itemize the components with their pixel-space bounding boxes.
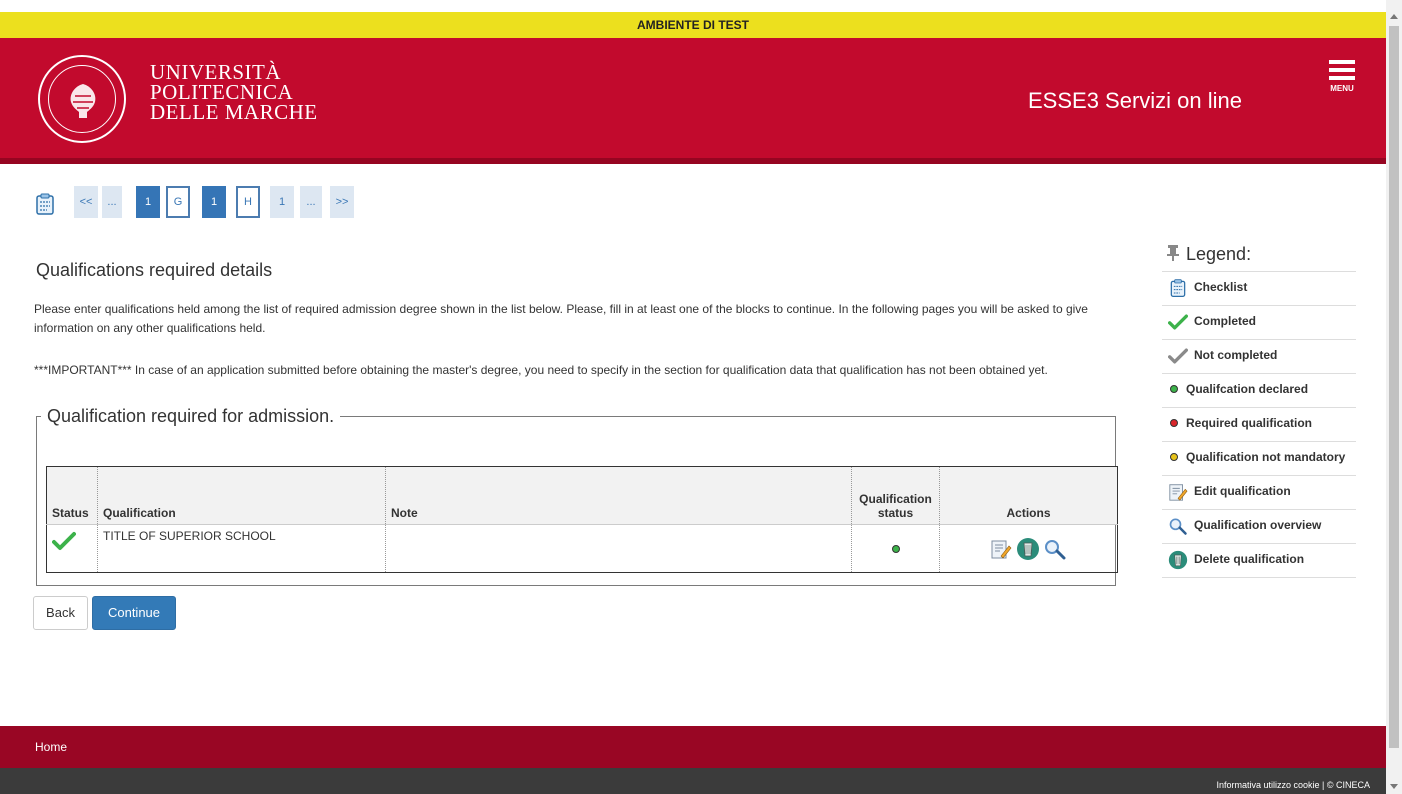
legend-label: Completed (1194, 314, 1257, 329)
scrollbar-thumb[interactable] (1389, 26, 1399, 748)
table-row: TITLE OF SUPERIOR SCHOOL (47, 524, 1118, 573)
page-title: Qualifications required details (36, 260, 273, 280)
pager-ellipsis-right[interactable]: ... (300, 186, 322, 218)
fieldset-legend: Qualification required for admission. (47, 406, 335, 426)
check-gray-icon (1168, 348, 1188, 364)
edit-icon (1169, 484, 1188, 501)
row-qualification: TITLE OF SUPERIOR SCHOOL (97, 524, 386, 573)
legend-title: Legend: (1162, 236, 1356, 272)
legend-label: Qualification overview (1194, 518, 1322, 533)
col-status: Status (46, 466, 98, 525)
pager-step-1a[interactable]: 1 (136, 186, 160, 218)
legend-label: Required qualification (1186, 416, 1313, 430)
vertical-scrollbar[interactable] (1386, 0, 1402, 794)
row-note (385, 524, 852, 573)
university-name-line2: POLITECNICA (150, 80, 294, 104)
col-qualification: Qualification (97, 466, 386, 525)
pager-last[interactable]: >> (330, 186, 354, 218)
green-dot-icon (891, 544, 900, 553)
checklist-icon (1170, 279, 1186, 297)
site-header: UNIVERSITÀ POLITECNICA DELLE MARCHE ESSE… (0, 38, 1386, 164)
footer-bottom: Informativa utilizzo cookie | © CINECA (0, 768, 1386, 794)
seal-tree-graphic (70, 84, 96, 118)
table-header-row: Status Qualification Note Qualification … (46, 466, 1118, 525)
menu-label: MENU (1330, 84, 1354, 93)
legend-item-qualification-not-mandatory: Qualification not mandatory (1162, 442, 1356, 476)
red-dot-icon (1170, 419, 1178, 427)
footer-nav: Home (0, 726, 1386, 768)
pager-ellipsis-left[interactable]: ... (102, 186, 122, 218)
legend-label: Delete qualification (1194, 552, 1305, 567)
intro-paragraph: Please enter qualifications held among t… (34, 302, 1088, 335)
legend-item-not-completed: Not completed (1162, 340, 1356, 374)
legend-item-edit-qualification: Edit qualification (1162, 476, 1356, 510)
test-environment-banner: AMBIENTE DI TEST (0, 12, 1386, 38)
row-status-cell (47, 525, 98, 573)
pager-step-h[interactable]: H (236, 186, 260, 218)
university-name-line1: UNIVERSITÀ (150, 60, 281, 84)
header-bottom-stripe (0, 158, 1386, 164)
legend-label: Qualification not mandatory (1186, 450, 1346, 464)
row-qualification-status (851, 524, 940, 573)
yellow-dot-icon (1170, 453, 1178, 461)
legend-item-checklist: Checklist (1162, 272, 1356, 306)
col-actions: Actions (939, 466, 1118, 525)
row-actions (939, 524, 1118, 573)
university-name-line3: DELLE MARCHE (150, 100, 318, 124)
legend-panel: Legend: Checklist Completed Not complete… (1162, 236, 1356, 578)
pager-step-1b[interactable]: 1 (202, 186, 226, 218)
legend-item-qualification-declared: Qualifcation declared (1162, 374, 1356, 408)
pager-step-g[interactable]: G (166, 186, 190, 218)
back-button[interactable]: Back (33, 596, 88, 630)
legend-label: Not completed (1194, 348, 1278, 363)
footer-cookie-link[interactable]: Informativa utilizzo cookie | © CINECA (1216, 780, 1370, 790)
magnifier-icon[interactable] (1043, 538, 1067, 560)
green-dot-icon (1170, 385, 1178, 393)
magnifier-icon (1169, 518, 1187, 535)
legend-item-delete-qualification: Delete qualification (1162, 544, 1356, 578)
check-green-icon (1168, 314, 1188, 330)
legend-item-qualification-overview: Qualification overview (1162, 510, 1356, 544)
scroll-down-arrow-icon[interactable] (1390, 784, 1398, 789)
continue-button[interactable]: Continue (92, 596, 176, 630)
legend-item-completed: Completed (1162, 306, 1356, 340)
pager-first[interactable]: << (74, 186, 98, 218)
footer-home-link[interactable]: Home (35, 740, 67, 754)
legend-label: Edit qualification (1194, 484, 1291, 499)
delete-icon (1168, 550, 1188, 570)
scroll-up-arrow-icon[interactable] (1390, 14, 1398, 19)
col-qualification-status: Qualification status (851, 466, 940, 525)
university-seal-icon[interactable] (38, 55, 126, 143)
menu-icon (1329, 60, 1355, 64)
pin-icon (1167, 245, 1179, 261)
legend-title-text: Legend: (1186, 244, 1252, 264)
col-note: Note (385, 466, 852, 525)
pager-step-1c[interactable]: 1 (270, 186, 294, 218)
delete-icon[interactable] (1016, 537, 1040, 561)
checklist-icon[interactable] (34, 192, 56, 216)
page: AMBIENTE DI TEST UNIVERSITÀ POLITECNICA … (0, 0, 1386, 794)
important-paragraph: ***IMPORTANT*** In case of an applicatio… (34, 363, 1048, 377)
legend-label: Qualifcation declared (1186, 382, 1309, 396)
university-name[interactable]: UNIVERSITÀ POLITECNICA DELLE MARCHE (150, 60, 318, 124)
legend-label: Checklist (1194, 280, 1248, 295)
qualifications-table: Status Qualification Note Qualification … (46, 466, 1118, 573)
menu-button[interactable]: MENU (1324, 60, 1360, 100)
legend-item-required-qualification: Required qualification (1162, 408, 1356, 442)
check-green-icon (52, 532, 76, 550)
app-title: ESSE3 Servizi on line (1028, 88, 1242, 113)
edit-icon[interactable] (990, 538, 1012, 560)
